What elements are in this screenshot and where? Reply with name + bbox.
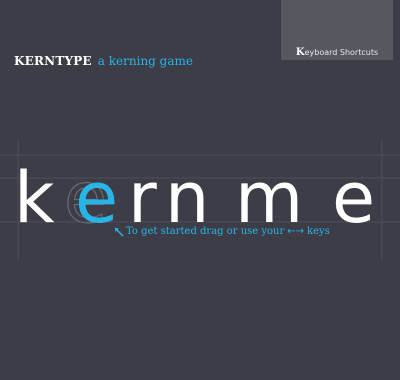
letter-e-active[interactable]: e xyxy=(75,157,118,239)
arrow-keys-icon: ←→ xyxy=(287,226,305,237)
letter-e[interactable]: e xyxy=(332,157,375,239)
instruction-hint: To get started drag or use your ←→ keys xyxy=(126,226,330,237)
kerning-board: e k e r n m e xyxy=(0,140,400,260)
hint-text: To get started drag or use your xyxy=(126,226,285,237)
hint-suffix: keys xyxy=(307,226,330,237)
pointer-arrow-icon xyxy=(114,227,124,237)
letter-k[interactable]: k xyxy=(14,157,55,239)
